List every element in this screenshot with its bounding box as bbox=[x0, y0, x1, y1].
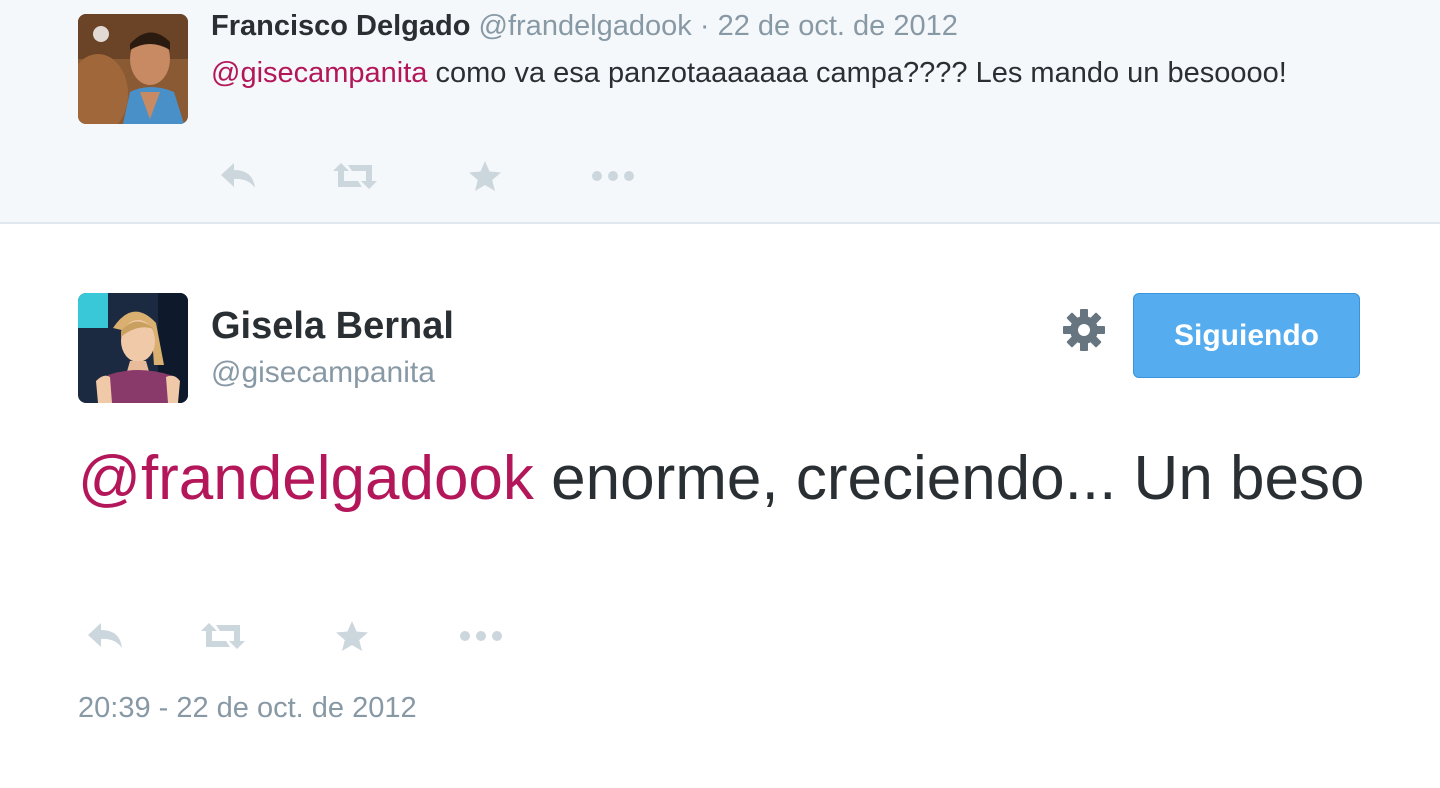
avatar[interactable] bbox=[78, 293, 188, 403]
mention-link[interactable]: @frandelgadook bbox=[78, 444, 534, 513]
user-actions-button[interactable] bbox=[1058, 306, 1110, 358]
author-handle[interactable]: @frandelgadook bbox=[479, 10, 692, 42]
retweet-button[interactable] bbox=[330, 158, 380, 198]
author-handle[interactable]: @gisecampanita bbox=[211, 356, 435, 390]
following-button[interactable]: Siguiendo bbox=[1133, 293, 1360, 378]
favorite-button[interactable] bbox=[327, 618, 377, 658]
reply-tweet: Francisco Delgado @frandelgadook · 22 de… bbox=[0, 0, 1440, 224]
reply-icon bbox=[218, 161, 258, 196]
retweet-icon bbox=[331, 161, 379, 196]
reply-icon bbox=[85, 621, 125, 656]
star-icon bbox=[468, 160, 502, 197]
tweet-header: Francisco Delgado @frandelgadook · 22 de… bbox=[211, 10, 958, 43]
more-button[interactable] bbox=[588, 158, 638, 198]
more-button[interactable] bbox=[456, 618, 506, 658]
tweet-body: enorme, creciendo... Un beso bbox=[533, 444, 1365, 513]
mention-link[interactable]: @gisecampanita bbox=[211, 57, 427, 89]
more-icon bbox=[590, 169, 636, 188]
gear-icon bbox=[1062, 308, 1106, 357]
star-icon bbox=[335, 620, 369, 657]
retweet-button[interactable] bbox=[198, 618, 248, 658]
author-name[interactable]: Francisco Delgado bbox=[211, 10, 470, 42]
favorite-button[interactable] bbox=[460, 158, 510, 198]
reply-button[interactable] bbox=[80, 618, 130, 658]
tweet-timestamp[interactable]: 20:39 - 22 de oct. de 2012 bbox=[78, 692, 417, 725]
tweet-date[interactable]: 22 de oct. de 2012 bbox=[718, 10, 958, 42]
avatar[interactable] bbox=[78, 14, 188, 124]
separator: · bbox=[699, 10, 710, 42]
retweet-icon bbox=[199, 621, 247, 656]
reply-button[interactable] bbox=[213, 158, 263, 198]
tweet-body: como va esa panzotaaaaaaa campa???? Les … bbox=[427, 57, 1287, 89]
more-icon bbox=[458, 629, 504, 648]
author-name[interactable]: Gisela Bernal bbox=[211, 305, 454, 348]
tweet-text: @frandelgadook enorme, creciendo... Un b… bbox=[78, 440, 1368, 518]
tweet-text: @gisecampanita como va esa panzotaaaaaaa… bbox=[211, 52, 1361, 94]
